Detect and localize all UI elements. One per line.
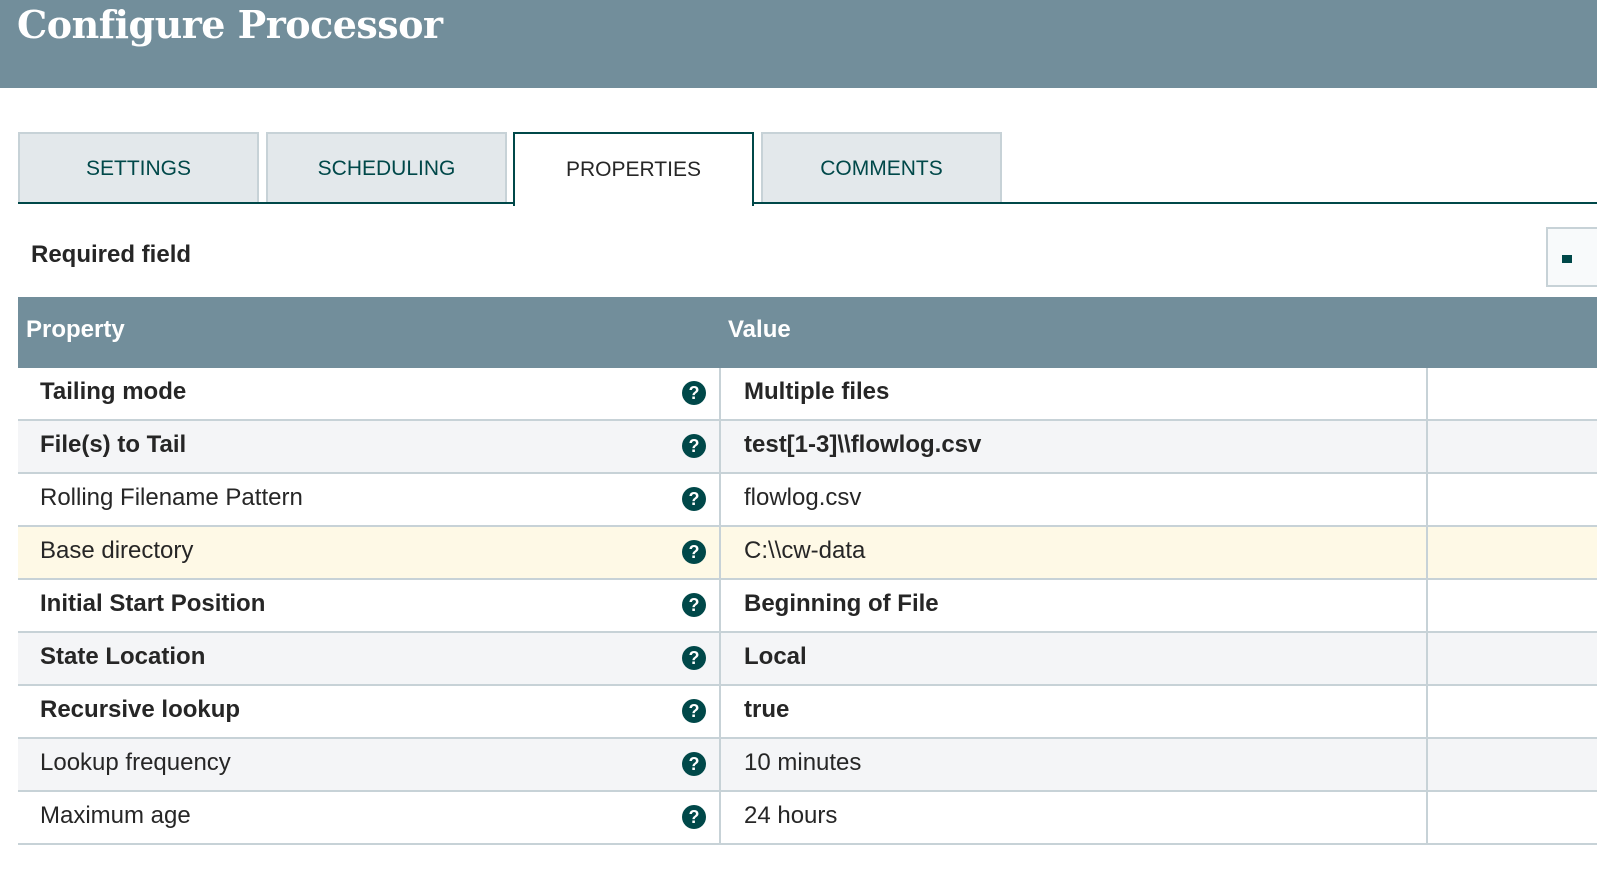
table-row[interactable]: Recursive lookup? true — [18, 686, 1597, 739]
property-value[interactable]: Multiple files — [744, 378, 889, 406]
property-name: Initial Start Position — [40, 590, 266, 617]
table-row[interactable]: Initial Start Position? Beginning of File — [18, 580, 1597, 633]
column-divider — [719, 368, 721, 419]
property-name: State Location — [40, 643, 206, 670]
table-row[interactable]: Tailing mode? Multiple files — [18, 368, 1597, 421]
property-value[interactable]: Local — [744, 643, 807, 671]
property-value[interactable]: 10 minutes — [744, 749, 861, 777]
column-divider — [1426, 580, 1428, 631]
column-divider — [1426, 527, 1428, 578]
column-divider — [719, 421, 721, 472]
help-icon[interactable]: ? — [682, 699, 706, 723]
help-icon[interactable]: ? — [682, 381, 706, 405]
tab-settings[interactable]: SETTINGS — [18, 132, 259, 203]
add-property-button[interactable] — [1546, 227, 1597, 287]
column-divider — [719, 792, 721, 843]
help-icon[interactable]: ? — [682, 487, 706, 511]
property-value[interactable]: C:\\cw-data — [744, 537, 865, 565]
help-icon[interactable]: ? — [682, 805, 706, 829]
column-divider — [1426, 633, 1428, 684]
help-icon[interactable]: ? — [682, 593, 706, 617]
column-divider — [1426, 474, 1428, 525]
property-value[interactable]: test[1-3]\\flowlog.csv — [744, 431, 981, 459]
property-name: Rolling Filename Pattern — [40, 484, 303, 511]
table-row[interactable]: Maximum age? 24 hours — [18, 792, 1597, 845]
tab-comments[interactable]: COMMENTS — [761, 132, 1002, 203]
property-value[interactable]: 24 hours — [744, 802, 837, 830]
property-name: Maximum age — [40, 802, 191, 829]
property-name: Lookup frequency — [40, 749, 231, 776]
property-value[interactable]: Beginning of File — [744, 590, 939, 618]
column-header-property[interactable]: Property — [26, 316, 125, 344]
help-icon[interactable]: ? — [682, 646, 706, 670]
help-icon[interactable]: ? — [682, 752, 706, 776]
column-header-value[interactable]: Value — [728, 316, 791, 344]
table-row[interactable]: Lookup frequency? 10 minutes — [18, 739, 1597, 792]
column-divider — [719, 580, 721, 631]
help-icon[interactable]: ? — [682, 434, 706, 458]
table-row[interactable]: File(s) to Tail? test[1-3]\\flowlog.csv — [18, 421, 1597, 474]
column-divider — [719, 527, 721, 578]
table-header: Property Value — [18, 297, 1597, 368]
tab-properties[interactable]: PROPERTIES — [513, 132, 754, 206]
properties-table: Property Value Tailing mode? Multiple fil… — [18, 297, 1597, 845]
plus-icon — [1562, 255, 1572, 263]
property-value[interactable]: true — [744, 696, 789, 724]
column-divider — [1426, 368, 1428, 419]
column-divider — [1426, 421, 1428, 472]
property-name: Tailing mode — [40, 378, 187, 405]
dialog-title: Configure Processor — [17, 2, 443, 47]
required-field-label: Required field — [31, 241, 192, 268]
table-row[interactable]: Base directory? C:\\cw-data — [18, 527, 1597, 580]
column-divider — [719, 633, 721, 684]
tab-scheduling[interactable]: SCHEDULING — [266, 132, 507, 203]
tabs-underline — [18, 202, 1597, 204]
table-row[interactable]: State Location? Local — [18, 633, 1597, 686]
property-name: File(s) to Tail — [40, 431, 187, 458]
property-value[interactable]: flowlog.csv — [744, 484, 861, 512]
column-divider — [1426, 792, 1428, 843]
property-name: Recursive lookup — [40, 696, 241, 723]
dialog-header: Configure Processor — [0, 0, 1597, 88]
help-icon[interactable]: ? — [682, 540, 706, 564]
column-divider — [719, 686, 721, 737]
table-row[interactable]: Rolling Filename Pattern? flowlog.csv — [18, 474, 1597, 527]
column-divider — [1426, 739, 1428, 790]
column-divider — [719, 474, 721, 525]
column-divider — [1426, 686, 1428, 737]
property-name: Base directory — [40, 537, 194, 564]
column-divider — [719, 739, 721, 790]
